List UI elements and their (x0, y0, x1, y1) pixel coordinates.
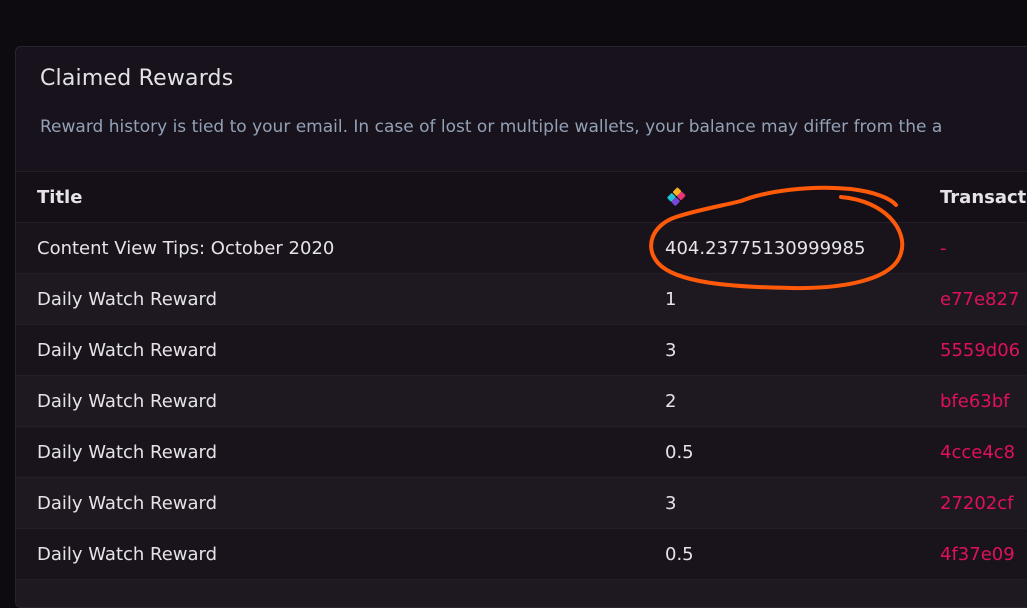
row-transaction: 5559d06 (919, 325, 1027, 376)
row-title: Daily Watch Reward (16, 274, 644, 325)
row-title: Daily Watch Reward (16, 376, 644, 427)
row-transaction: 4cce4c8 (919, 427, 1027, 478)
row-title: Daily Watch Reward (16, 325, 644, 376)
transaction-link[interactable]: - (940, 238, 947, 259)
row-transaction: e77e827 (919, 274, 1027, 325)
table-header-row: Title Transacti (16, 172, 1027, 223)
row-transaction: bfe63bf (919, 376, 1027, 427)
row-amount: 3 (644, 478, 919, 529)
row-amount: 3 (644, 325, 919, 376)
row-transaction: 4f37e09 (919, 529, 1027, 580)
table-row: Daily Watch Reward 3 27202cf (16, 478, 1027, 529)
row-amount: 1 (644, 274, 919, 325)
transaction-link[interactable]: bfe63bf (940, 391, 1010, 412)
row-transaction: - (919, 223, 1027, 274)
table-row: Content View Tips: October 2020 404.2377… (16, 223, 1027, 274)
row-amount: 404.23775130999985 (644, 223, 919, 274)
transaction-link[interactable]: e77e827 (940, 289, 1019, 310)
row-title (16, 580, 644, 608)
table-row: Daily Watch Reward 3 5559d06 (16, 325, 1027, 376)
row-title: Daily Watch Reward (16, 427, 644, 478)
row-amount: 0.5 (644, 529, 919, 580)
claimed-rewards-card: Claimed Rewards Reward history is tied t… (15, 46, 1027, 608)
row-title: Daily Watch Reward (16, 529, 644, 580)
column-header-title: Title (16, 172, 644, 223)
column-header-transaction: Transacti (919, 172, 1027, 223)
row-amount: 2 (644, 376, 919, 427)
table-row: Daily Watch Reward 1 e77e827 (16, 274, 1027, 325)
row-amount: 0.5 (644, 427, 919, 478)
table-row (16, 580, 1027, 608)
transaction-link[interactable]: 5559d06 (940, 340, 1020, 361)
transaction-link[interactable]: 27202cf (940, 493, 1014, 514)
transaction-link[interactable]: 4cce4c8 (940, 442, 1015, 463)
table-row: Daily Watch Reward 0.5 4cce4c8 (16, 427, 1027, 478)
card-subtitle: Reward history is tied to your email. In… (40, 117, 942, 137)
lbc-icon (665, 186, 687, 208)
row-title: Daily Watch Reward (16, 478, 644, 529)
card-title: Claimed Rewards (40, 66, 233, 91)
table-row: Daily Watch Reward 0.5 4f37e09 (16, 529, 1027, 580)
row-title: Content View Tips: October 2020 (16, 223, 644, 274)
transaction-link[interactable]: 4f37e09 (940, 544, 1015, 565)
row-transaction (919, 580, 1027, 608)
row-amount (644, 580, 919, 608)
rewards-table: Title Transacti Content View Tips: (16, 171, 1027, 608)
column-header-amount (644, 172, 919, 223)
row-transaction: 27202cf (919, 478, 1027, 529)
table-row: Daily Watch Reward 2 bfe63bf (16, 376, 1027, 427)
